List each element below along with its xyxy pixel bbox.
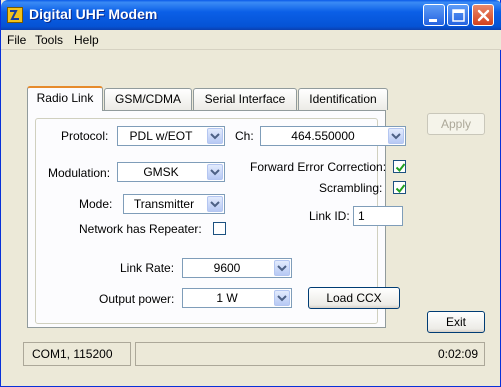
menu-bar: File Tools Help xyxy=(1,30,501,50)
channel-select[interactable]: 464.550000 xyxy=(260,126,406,146)
tab-identification-label: Identification xyxy=(309,92,377,106)
apply-button-label: Apply xyxy=(440,117,472,131)
chevron-down-icon xyxy=(277,265,287,272)
close-icon xyxy=(477,9,490,22)
protocol-label: Protocol: xyxy=(61,129,109,143)
tab-gsm-cdma-label: GSM/CDMA xyxy=(115,92,181,106)
mode-dropdown-button[interactable] xyxy=(207,196,223,212)
minimize-button[interactable] xyxy=(423,4,445,26)
modulation-select[interactable]: GMSK xyxy=(117,162,225,182)
tab-identification[interactable]: Identification xyxy=(298,88,388,110)
tab-radio-link[interactable]: Radio Link xyxy=(27,86,103,111)
status-port-text: COM1, 115200 xyxy=(32,347,113,361)
repeater-checkbox[interactable] xyxy=(213,222,226,235)
protocol-select[interactable]: PDL w/EOT xyxy=(117,126,225,146)
output-power-value: 1 W xyxy=(216,291,238,305)
title-bar[interactable]: Digital UHF Modem xyxy=(1,0,501,30)
chevron-down-icon xyxy=(277,295,287,302)
mode-select[interactable]: Transmitter xyxy=(123,194,225,214)
fec-checkbox[interactable] xyxy=(393,160,406,173)
modulation-label: Modulation: xyxy=(48,166,111,180)
status-elapsed-text: 0:02:09 xyxy=(437,347,478,361)
modulation-dropdown-button[interactable] xyxy=(207,164,223,180)
chevron-down-icon xyxy=(210,133,220,140)
apply-button[interactable]: Apply xyxy=(427,113,485,135)
link-id-label: Link ID: xyxy=(309,209,350,223)
mode-value: Transmitter xyxy=(133,197,195,211)
scrambling-checkbox[interactable] xyxy=(393,181,406,194)
link-rate-select[interactable]: 9600 xyxy=(182,258,292,278)
app-icon xyxy=(7,7,23,23)
output-power-label: Output power: xyxy=(99,292,175,306)
menu-help-label: Help xyxy=(74,33,99,47)
menu-tools[interactable]: Tools xyxy=(35,33,63,47)
tab-radio-link-label: Radio Link xyxy=(36,91,94,105)
close-button[interactable] xyxy=(472,4,494,26)
channel-label: Ch: xyxy=(235,129,254,143)
channel-value: 464.550000 xyxy=(291,129,355,143)
tab-gsm-cdma[interactable]: GSM/CDMA xyxy=(104,88,192,110)
status-elapsed: 0:02:09 xyxy=(135,342,485,366)
minimize-icon xyxy=(429,19,437,22)
maximize-icon xyxy=(452,9,465,22)
chevron-down-icon xyxy=(210,201,220,208)
exit-button-label: Exit xyxy=(445,315,466,329)
main-window: Digital UHF Modem File Tools Help Radio … xyxy=(0,0,501,387)
tab-serial-interface[interactable]: Serial Interface xyxy=(193,88,297,110)
link-id-input[interactable]: 1 xyxy=(353,206,403,226)
output-power-select[interactable]: 1 W xyxy=(182,288,292,308)
checkmark-icon xyxy=(395,163,406,173)
status-port: COM1, 115200 xyxy=(23,342,131,366)
fec-label: Forward Error Correction: xyxy=(250,160,387,174)
tab-serial-interface-label: Serial Interface xyxy=(204,92,286,106)
menu-tools-label: Tools xyxy=(35,33,64,47)
menu-file-label: File xyxy=(7,33,27,47)
maximize-button[interactable] xyxy=(447,4,469,26)
window-title: Digital UHF Modem xyxy=(29,6,158,22)
modulation-value: GMSK xyxy=(143,165,179,179)
link-rate-dropdown-button[interactable] xyxy=(274,260,290,276)
mode-label: Mode: xyxy=(79,197,113,211)
protocol-dropdown-button[interactable] xyxy=(207,128,223,144)
protocol-value: PDL w/EOT xyxy=(129,129,193,143)
menu-help[interactable]: Help xyxy=(74,33,99,47)
menu-file[interactable]: File xyxy=(7,33,26,47)
exit-button[interactable]: Exit xyxy=(427,311,485,333)
link-rate-value: 9600 xyxy=(213,261,241,275)
link-rate-label: Link Rate: xyxy=(120,261,175,275)
channel-dropdown-button[interactable] xyxy=(388,128,404,144)
load-ccx-button[interactable]: Load CCX xyxy=(308,287,400,309)
chevron-down-icon xyxy=(391,133,401,140)
scrambling-label: Scrambling: xyxy=(319,181,383,195)
load-ccx-label: Load CCX xyxy=(326,291,382,305)
checkmark-icon xyxy=(395,184,406,194)
chevron-down-icon xyxy=(210,169,220,176)
output-power-dropdown-button[interactable] xyxy=(274,290,290,306)
repeater-label: Network has Repeater: xyxy=(79,222,202,236)
